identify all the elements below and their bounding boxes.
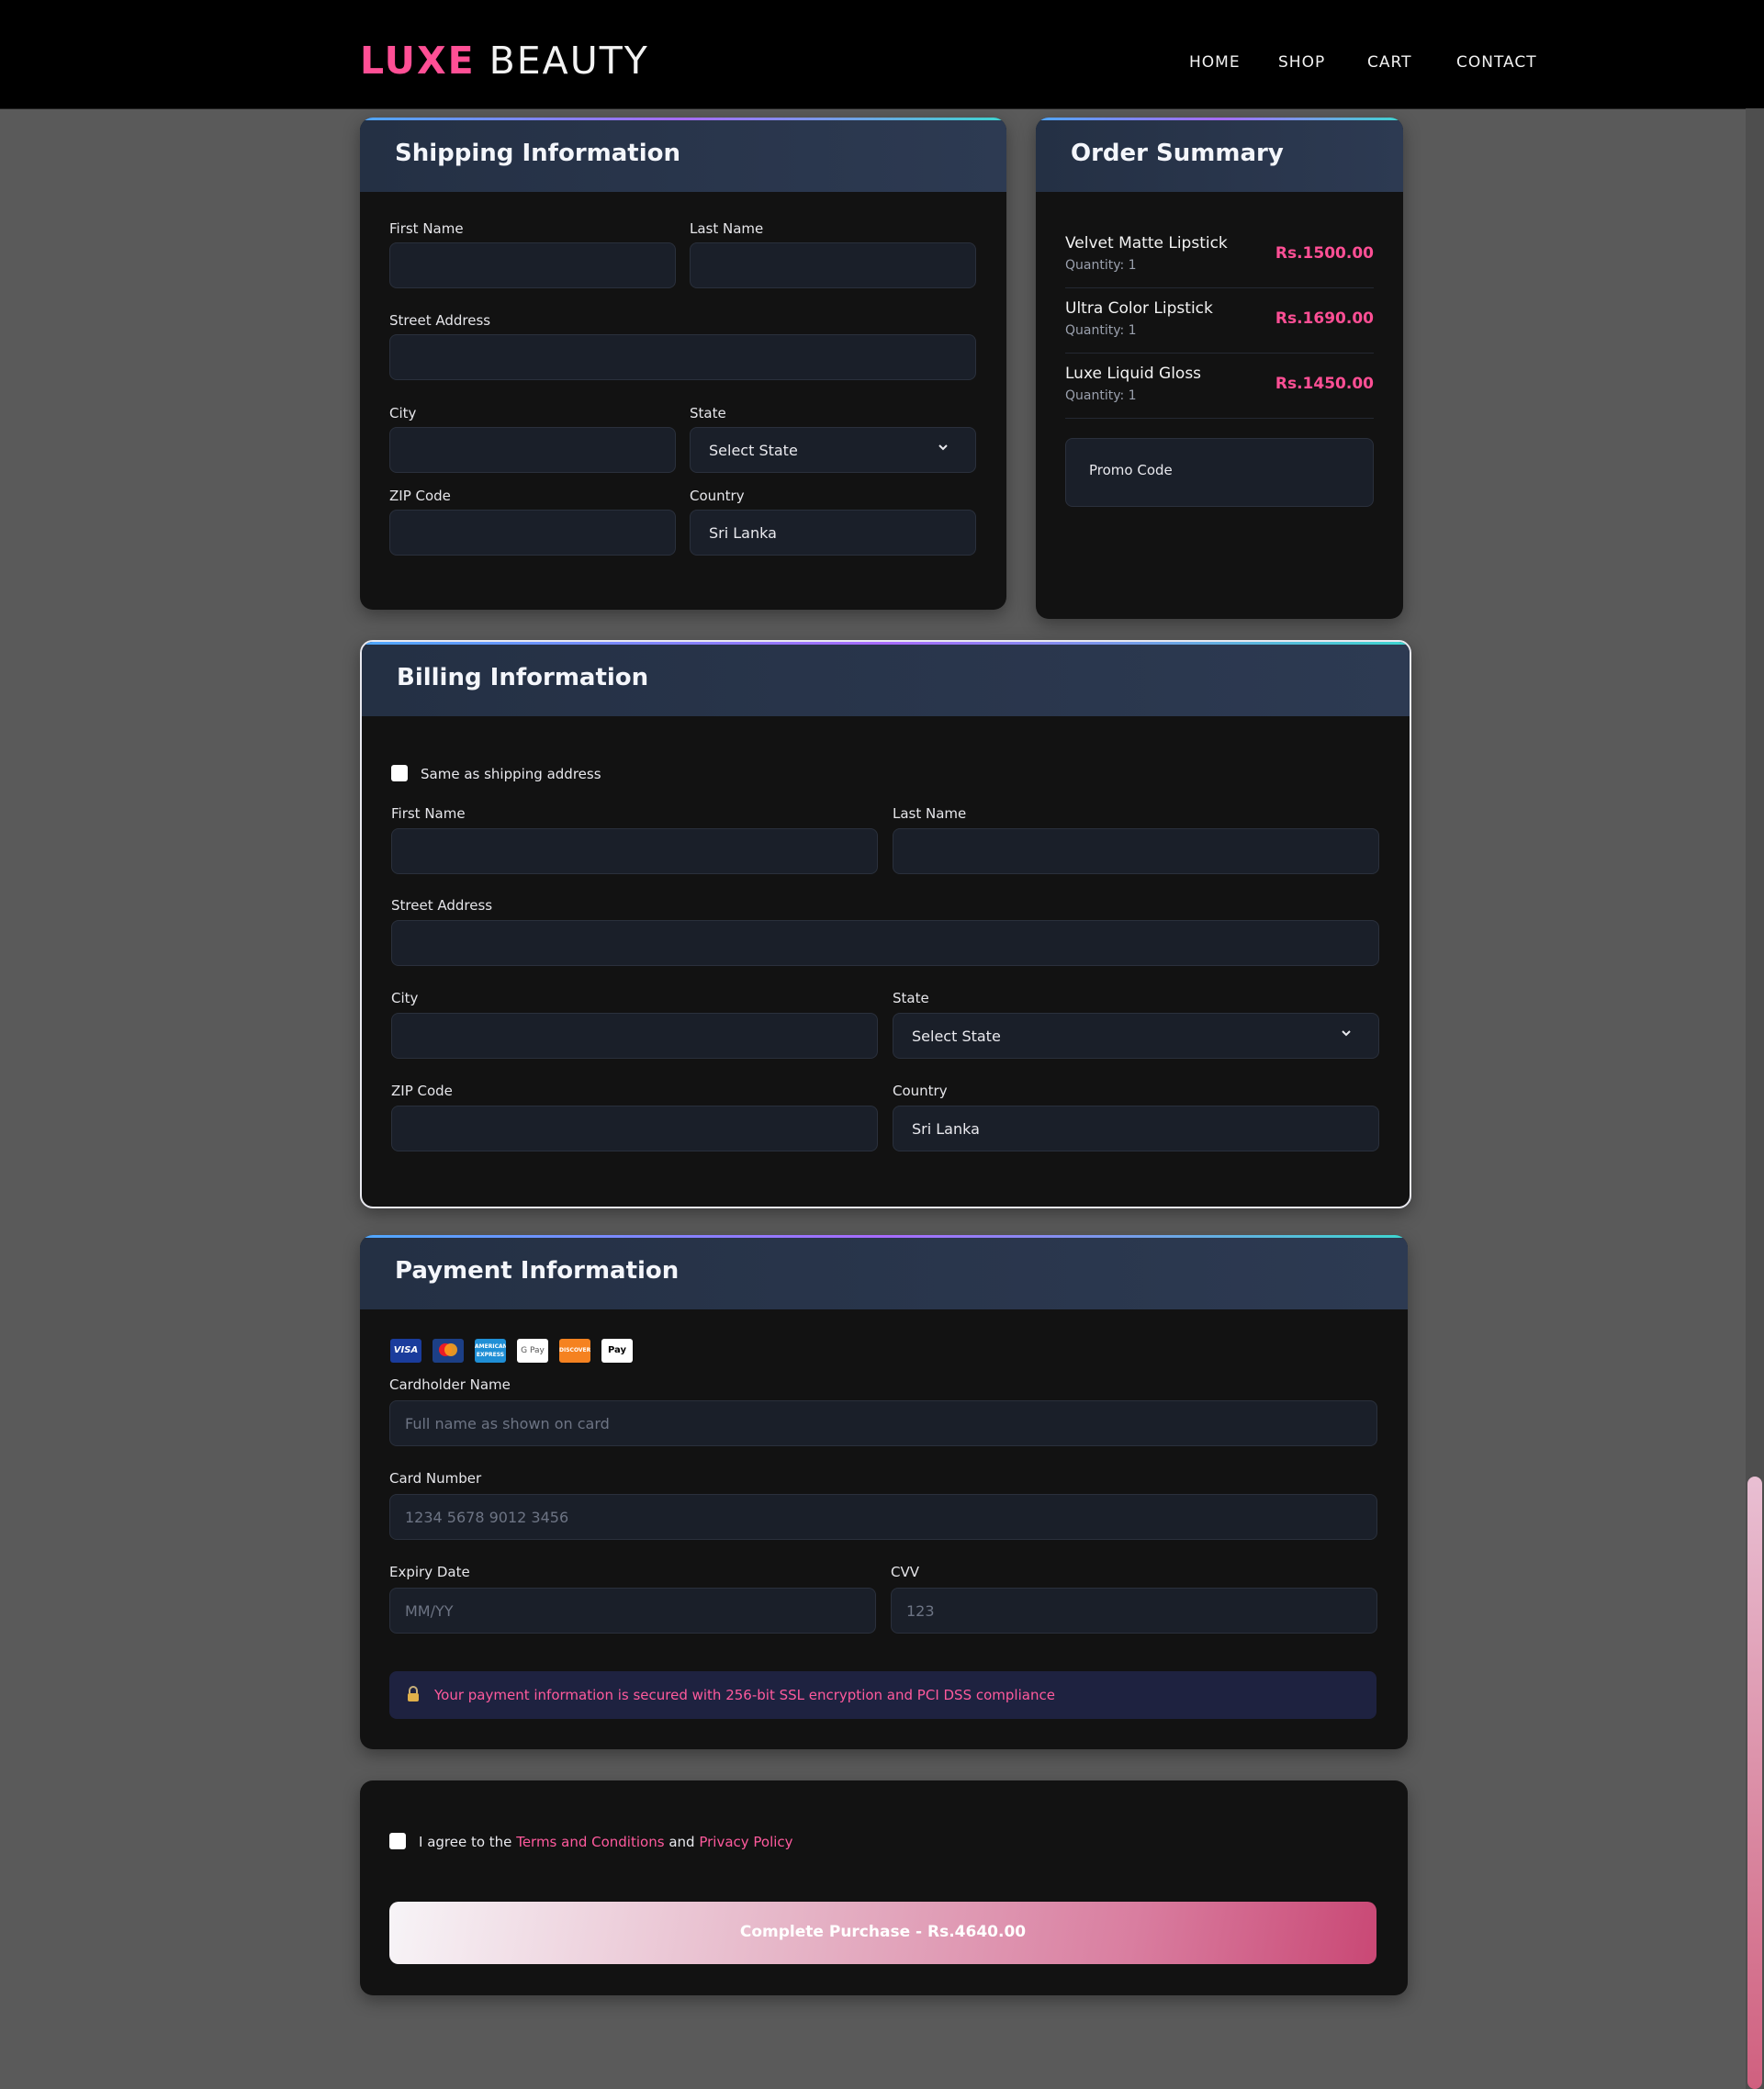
shipping-first-name-input[interactable] [389, 242, 676, 288]
billing-first-name-label: First Name [391, 805, 466, 822]
visa-icon: VISA [390, 1339, 421, 1363]
billing-city-input[interactable] [391, 1013, 878, 1059]
apple-pay-icon: Pay [601, 1339, 633, 1363]
shipping-zip-label: ZIP Code [389, 488, 451, 504]
order-summary-header: Order Summary [1036, 118, 1403, 192]
terms-and: and [669, 1834, 695, 1850]
mastercard-icon [433, 1339, 464, 1363]
billing-state-label: State [893, 990, 929, 1006]
order-item-name: Velvet Matte Lipstick [1065, 234, 1228, 253]
nav-contact-link[interactable]: CONTACT [1456, 53, 1537, 72]
lock-icon [408, 1686, 419, 1702]
promo-code-placeholder: Promo Code [1089, 462, 1173, 478]
shipping-title: Shipping Information [395, 140, 680, 167]
same-as-shipping-label: Same as shipping address [421, 766, 601, 782]
shipping-first-name-label: First Name [389, 220, 464, 237]
complete-purchase-label: Complete Purchase - Rs.4640.00 [739, 1923, 1027, 1941]
payment-title: Payment Information [395, 1257, 680, 1285]
cardholder-placeholder: Full name as shown on card [405, 1415, 610, 1432]
billing-city-label: City [391, 990, 419, 1006]
expiry-placeholder: MM/YY [405, 1602, 454, 1620]
same-as-shipping-checkbox[interactable] [391, 765, 408, 781]
cvv-label: CVV [891, 1564, 919, 1580]
promo-code-input[interactable]: Promo Code [1065, 438, 1374, 507]
shipping-city-input[interactable] [389, 427, 676, 473]
billing-zip-input[interactable] [391, 1106, 878, 1151]
nav-cart-link[interactable]: CART [1367, 53, 1411, 72]
payment-card-header: Payment Information [360, 1235, 1408, 1309]
card-number-placeholder: 1234 5678 9012 3456 [405, 1509, 569, 1526]
order-item-price: Rs.1690.00 [1275, 309, 1374, 328]
shipping-zip-input[interactable] [389, 510, 676, 556]
order-item-name: Luxe Liquid Gloss [1065, 365, 1202, 383]
shipping-state-select[interactable]: Select State [690, 427, 976, 473]
order-summary-card: Order Summary Velvet Matte Lipstick Quan… [1036, 118, 1403, 619]
order-item-divider [1065, 353, 1374, 354]
order-item-price: Rs.1500.00 [1275, 244, 1374, 263]
expiry-input[interactable]: MM/YY [389, 1588, 876, 1634]
shipping-last-name-label: Last Name [690, 220, 764, 237]
billing-card-header: Billing Information [362, 642, 1410, 716]
shipping-last-name-input[interactable] [690, 242, 976, 288]
billing-card: Billing Information Same as shipping add… [360, 640, 1411, 1208]
amex-icon: AMERICAN EXPRESS [475, 1339, 506, 1363]
privacy-policy-link[interactable]: Privacy Policy [699, 1834, 792, 1850]
chevron-down-icon [1342, 1030, 1351, 1037]
billing-state-value: Select State [912, 1028, 1001, 1045]
security-notice: Your payment information is secured with… [389, 1671, 1376, 1719]
shipping-city-label: City [389, 405, 417, 421]
billing-country-input[interactable]: Sri Lanka [893, 1106, 1379, 1151]
cvv-input[interactable]: 123 [891, 1588, 1377, 1634]
order-item-quantity: Quantity: 1 [1065, 258, 1137, 273]
billing-street-label: Street Address [391, 897, 493, 914]
order-item-name: Ultra Color Lipstick [1065, 299, 1213, 318]
order-item-quantity: Quantity: 1 [1065, 323, 1137, 338]
billing-street-input[interactable] [391, 920, 1379, 966]
billing-title: Billing Information [397, 664, 649, 691]
billing-state-select[interactable]: Select State [893, 1013, 1379, 1059]
shipping-street-input[interactable] [389, 334, 976, 380]
billing-last-name-input[interactable] [893, 828, 1379, 874]
page-scrollbar-thumb[interactable] [1747, 1477, 1762, 2089]
order-item-divider [1065, 287, 1374, 288]
nav-shop-link[interactable]: SHOP [1278, 53, 1325, 72]
terms-prefix: I agree to the [419, 1834, 512, 1850]
cardholder-input[interactable]: Full name as shown on card [389, 1400, 1377, 1446]
shipping-card: Shipping Information First Name Last Nam… [360, 118, 1006, 610]
cvv-placeholder: 123 [906, 1602, 935, 1620]
chevron-down-icon [938, 444, 948, 451]
cardholder-label: Cardholder Name [389, 1376, 511, 1393]
shipping-state-value: Select State [709, 442, 798, 459]
nav-home-link[interactable]: HOME [1189, 53, 1241, 72]
billing-country-value: Sri Lanka [912, 1120, 980, 1138]
shipping-country-label: Country [690, 488, 745, 504]
brand-logo[interactable]: LUXE BEAUTY [360, 39, 649, 83]
order-summary-title: Order Summary [1071, 140, 1284, 167]
order-item-price: Rs.1450.00 [1275, 375, 1374, 393]
terms-checkbox[interactable] [389, 1833, 406, 1849]
billing-country-label: Country [893, 1083, 948, 1099]
security-notice-text: Your payment information is secured with… [434, 1687, 1055, 1703]
shipping-street-label: Street Address [389, 312, 491, 329]
billing-last-name-label: Last Name [893, 805, 967, 822]
google-pay-icon: G Pay [517, 1339, 548, 1363]
discover-icon: DISCOVER [559, 1339, 590, 1363]
complete-purchase-button[interactable]: Complete Purchase - Rs.4640.00 [389, 1902, 1376, 1964]
brand-logo-part1: LUXE [360, 39, 476, 83]
terms-link[interactable]: Terms and Conditions [516, 1834, 664, 1850]
shipping-state-label: State [690, 405, 726, 421]
brand-logo-part2: BEAUTY [489, 39, 649, 83]
card-number-input[interactable]: 1234 5678 9012 3456 [389, 1494, 1377, 1540]
terms-agreement-label: I agree to the Terms and Conditions and … [419, 1834, 793, 1850]
expiry-label: Expiry Date [389, 1564, 470, 1580]
shipping-card-header: Shipping Information [360, 118, 1006, 192]
billing-first-name-input[interactable] [391, 828, 878, 874]
order-item-quantity: Quantity: 1 [1065, 388, 1137, 403]
shipping-country-value: Sri Lanka [709, 524, 777, 542]
order-item-divider [1065, 418, 1374, 419]
shipping-country-input[interactable]: Sri Lanka [690, 510, 976, 556]
top-nav-bar: LUXE BEAUTY HOME SHOP CART CONTACT [0, 0, 1764, 109]
card-number-label: Card Number [389, 1470, 482, 1487]
billing-zip-label: ZIP Code [391, 1083, 453, 1099]
